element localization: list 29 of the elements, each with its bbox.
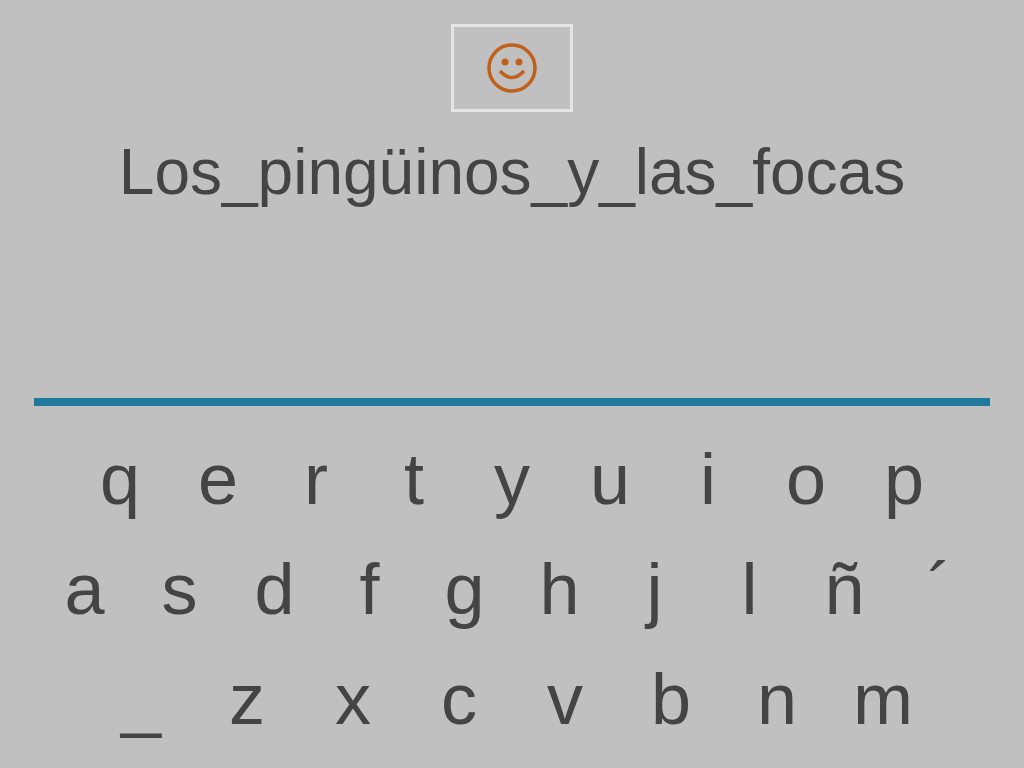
key[interactable]: s <box>132 544 227 634</box>
key[interactable]: ´ <box>892 544 987 634</box>
key[interactable]: a <box>37 544 132 634</box>
key[interactable]: c <box>406 654 512 744</box>
key[interactable]: r <box>267 434 365 524</box>
key[interactable]: h <box>512 544 607 634</box>
key[interactable]: v <box>512 654 618 744</box>
key[interactable]: u <box>561 434 659 524</box>
key[interactable]: x <box>300 654 406 744</box>
key[interactable]: _ <box>88 654 194 744</box>
key[interactable]: n <box>724 654 830 744</box>
key[interactable]: m <box>830 654 936 744</box>
key[interactable]: b <box>618 654 724 744</box>
key[interactable]: e <box>169 434 267 524</box>
phrase-text: Los_pingüinos_y_las_focas <box>118 135 906 210</box>
smiley-icon <box>486 42 538 94</box>
key[interactable]: p <box>855 434 953 524</box>
key[interactable]: l <box>702 544 797 634</box>
key[interactable]: t <box>365 434 463 524</box>
key[interactable]: y <box>463 434 561 524</box>
key[interactable]: j <box>607 544 702 634</box>
key[interactable]: ñ <box>797 544 892 634</box>
key[interactable]: f <box>322 544 417 634</box>
key[interactable]: i <box>659 434 757 524</box>
key[interactable]: o <box>757 434 855 524</box>
key[interactable]: z <box>194 654 300 744</box>
key[interactable]: d <box>227 544 322 634</box>
key[interactable]: q <box>71 434 169 524</box>
key[interactable]: g <box>417 544 512 634</box>
